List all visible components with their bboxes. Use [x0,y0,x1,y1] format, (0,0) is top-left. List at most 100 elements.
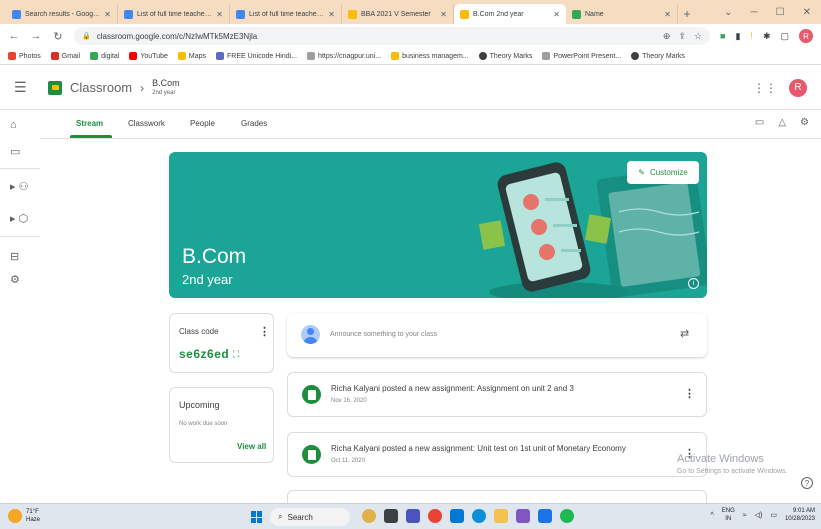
side-panel-icon[interactable]: ▢ [780,31,789,42]
spotify-icon[interactable] [560,509,574,523]
tab-close-icon[interactable]: ✕ [664,10,671,19]
app-title[interactable]: Classroom [70,80,132,95]
classroom-logo-icon[interactable] [48,80,62,95]
bookmark-item[interactable]: https://cnagpur.uni... [307,52,381,60]
class-code-value[interactable]: se6z6ed [179,347,229,361]
back-icon[interactable]: ← [8,30,20,42]
bookmark-item[interactable]: FREE Unicode Hindi... [216,52,297,60]
view-all-link[interactable]: View all [237,442,266,451]
more-vert-icon[interactable]: ⋮ [259,325,270,338]
tab-people[interactable]: People [190,119,215,128]
enrolled-classes-icon[interactable]: ▸ ⚇ [10,180,28,193]
browser-tab[interactable]: BBA 2021 V Semester ✕ [342,4,454,24]
chrome-icon[interactable] [428,509,442,523]
tab-close-icon[interactable]: ✕ [440,10,447,19]
chevron-up-icon[interactable]: ^ [710,512,713,519]
main-menu-icon[interactable]: ☰ [14,79,38,96]
bookmark-item[interactable]: Theory Marks [631,52,685,60]
wifi-icon[interactable]: ≈ [743,512,747,519]
tab-classwork[interactable]: Classwork [128,119,165,128]
extensions-puzzle-icon[interactable]: ✱ [763,31,771,42]
announce-box[interactable]: Announce something to your class ⇄ [287,313,707,357]
calendar-icon[interactable]: ▭ [10,145,20,158]
tab-close-icon[interactable]: ✕ [328,10,335,19]
file-explorer-icon[interactable] [450,509,464,523]
taskview-icon[interactable] [384,509,398,523]
share-icon[interactable]: ⇪ [678,31,686,42]
new-tab-icon[interactable]: + [678,4,696,24]
teaching-classes-icon[interactable]: ▸ ⬡ [10,212,28,225]
customize-button[interactable]: ✎ Customize [627,161,699,184]
url-input[interactable]: 🔒 classroom.google.com/c/NzIwMTk5MzE3Njl… [74,27,711,45]
bookmark-star-icon[interactable]: ☆ [694,31,702,42]
tab-close-icon[interactable]: ✕ [553,10,560,19]
extension-icon[interactable]: ! [750,31,753,41]
class-code-card: Class code ⋮ se6z6ed ⛶ [169,313,274,373]
store-icon[interactable] [516,509,530,523]
volume-icon[interactable]: ◁) [755,511,763,519]
bookmark-item[interactable]: business managem... [391,52,469,60]
tab-close-icon[interactable]: ✕ [216,10,223,19]
home-icon[interactable]: ⌂ [10,119,17,131]
bookmark-item[interactable]: Gmail [50,52,80,60]
taskbar-search[interactable]: ⌕ Search [270,508,350,526]
help-icon[interactable]: ? [801,477,813,489]
extension-icon[interactable]: ■ [720,31,725,41]
teams-icon[interactable] [538,509,552,523]
chat-icon[interactable] [406,509,420,523]
fullscreen-icon[interactable]: ⛶ [233,349,239,360]
settings-icon[interactable]: ⚙ [10,273,20,286]
lock-icon[interactable]: 🔒 [82,32,91,40]
bookmark-item[interactable]: Theory Marks [478,52,532,60]
forward-icon[interactable]: → [30,30,42,42]
more-vert-icon[interactable]: ⋮ [684,387,695,400]
user-avatar-icon [301,325,320,344]
browser-tab[interactable]: Search results - Google Dr ✕ [6,4,118,24]
tab-title: Name [585,10,604,18]
user-avatar[interactable]: R [789,78,807,97]
folder-icon[interactable] [494,509,508,523]
tab-stream[interactable]: Stream [76,119,103,128]
browser-tab-active[interactable]: B.Com 2nd year ✕ [454,4,566,24]
battery-icon[interactable]: ▭ [770,511,777,519]
minimize-icon[interactable]: ─ [751,7,758,18]
breadcrumb[interactable]: B.Com 2nd year [152,78,180,98]
post-text: Richa Kalyani posted a new assignment: U… [331,444,626,453]
repost-icon[interactable]: ⇄ [680,327,689,340]
close-window-icon[interactable]: ✕ [803,7,811,18]
user-app-icon[interactable] [362,509,376,523]
tab-search-icon[interactable]: ⌄ [724,7,732,18]
calendar-icon[interactable]: ▭ [755,117,764,128]
bookmark-item[interactable]: digital [90,52,119,60]
language-indicator[interactable]: ENG IN [722,507,735,523]
stream-post[interactable]: Richa Kalyani posted a new assignment: U… [287,432,707,477]
bookmark-item[interactable]: Maps [177,52,206,60]
bookmark-item[interactable]: YouTube [129,52,168,60]
browser-tab[interactable]: List of full time teachers K ✕ [118,4,230,24]
sidebar-divider [0,168,40,169]
clock[interactable]: 9:01 AM 10/28/2023 [785,507,815,523]
stream-post[interactable]: Richa Kalyani posted a new assignment: A… [287,372,707,417]
browser-tab[interactable]: Name ✕ [566,4,678,24]
archived-classes-icon[interactable]: ⊟ [10,250,19,263]
bookmark-item[interactable]: PowerPoint Present... [542,52,621,60]
browser-profile-avatar[interactable]: R [799,29,813,43]
maximize-icon[interactable]: ☐ [776,7,785,18]
browser-tab[interactable]: List of full time teachers K ✕ [230,4,342,24]
info-icon[interactable]: i [688,278,699,289]
translate-icon[interactable]: ⊕ [663,31,671,42]
bookmark-label: business managem... [402,52,469,60]
windows-start-icon[interactable] [251,511,263,523]
bookmark-item[interactable]: Photos [8,52,41,60]
drive-icon[interactable]: △ [778,117,786,128]
reload-icon[interactable]: ↻ [52,30,64,43]
edge-icon[interactable] [472,509,486,523]
tab-grades[interactable]: Grades [241,119,267,128]
google-apps-icon[interactable]: ⋮⋮ [753,81,777,95]
extension-icon[interactable]: ▮ [735,31,740,42]
tab-close-icon[interactable]: ✕ [104,10,111,19]
class-settings-icon[interactable]: ⚙ [800,117,809,128]
unicode-icon [216,52,225,60]
weather-widget[interactable]: 71°F Haze [8,508,40,524]
class-nav-tabs: Stream Classwork People Grades ▭ △ ⚙ [40,110,821,139]
